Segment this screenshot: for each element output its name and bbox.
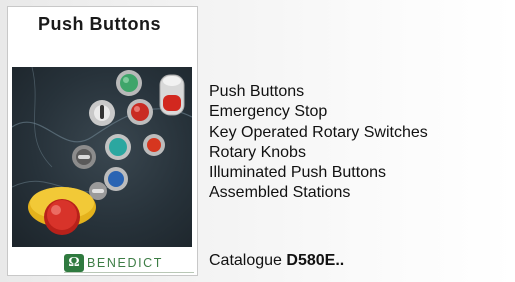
list-item: Emergency Stop — [209, 103, 328, 121]
red-push-button-icon — [127, 99, 153, 125]
list-item: Illuminated Push Buttons — [209, 164, 386, 182]
green-push-button-icon — [116, 70, 142, 96]
illuminated-button-icon — [159, 74, 185, 116]
key-switch-icon — [89, 100, 115, 126]
cover-title: Push Buttons — [38, 14, 161, 34]
omega-logo-icon: Ω — [64, 254, 84, 272]
emergency-stop-icon — [28, 187, 96, 235]
rotary-knob-icon — [72, 145, 96, 169]
list-item: Push Buttons — [209, 83, 305, 100]
list-item: Key Operated Rotary Switches — [209, 123, 428, 141]
catalogue-label: Catalogue — [209, 252, 282, 269]
product-list: Push Buttons Emergency Stop Key Operated… — [209, 82, 428, 204]
list-item: Rotary Knobs — [209, 143, 306, 161]
product-photo — [12, 67, 192, 247]
catalogue-code: D580E.. — [286, 252, 345, 269]
list-item: Assembled Stations — [209, 184, 351, 202]
product-photo-graphic — [12, 67, 192, 235]
catalogue-cover-card: Push Buttons Ω BENEDICT — [7, 6, 198, 276]
red-push-button-icon — [143, 134, 165, 156]
logo-underline — [64, 272, 194, 273]
blue-push-button-icon — [104, 167, 128, 191]
logo-text: BENEDICT — [87, 256, 164, 270]
green-push-button-icon — [105, 134, 131, 160]
catalogue-reference: Catalogue D580E.. — [209, 252, 344, 270]
